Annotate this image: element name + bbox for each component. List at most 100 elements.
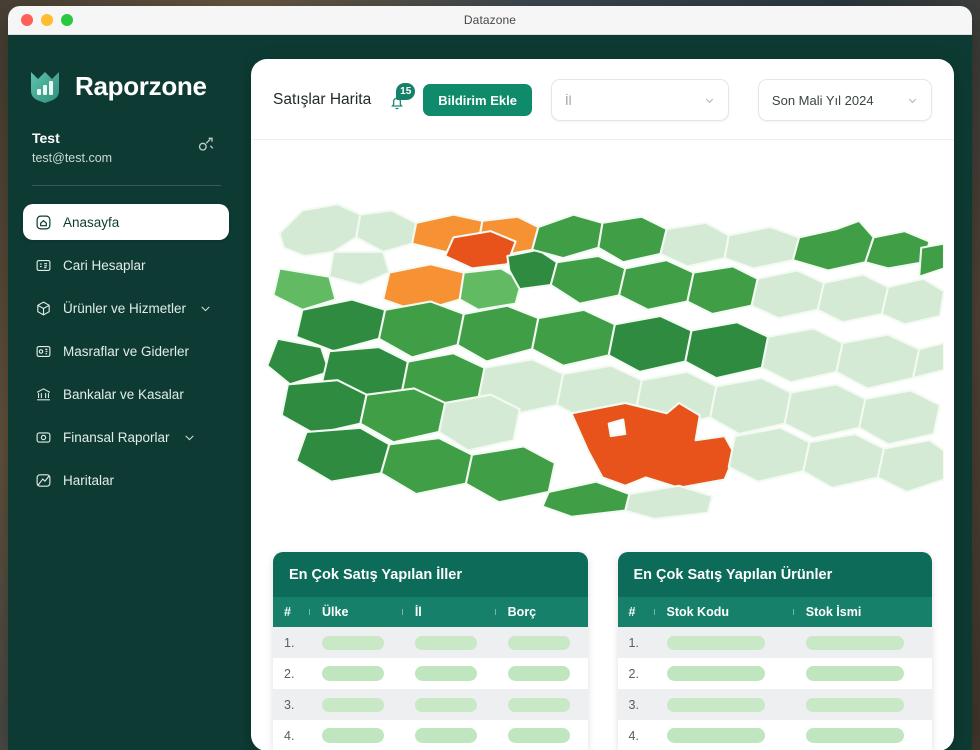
province-burdur[interactable] (380, 437, 474, 496)
province-antalya[interactable] (464, 445, 556, 504)
table-row[interactable]: 1. (617, 627, 932, 658)
column-header-debt[interactable]: Borç (494, 605, 588, 619)
province-tokat[interactable] (816, 273, 890, 324)
province-kutahya[interactable] (377, 300, 465, 359)
row-index: 2. (628, 666, 639, 681)
province-canakkale-north[interactable] (272, 267, 337, 311)
province-adana[interactable] (727, 426, 811, 483)
province-corum[interactable] (686, 265, 759, 315)
minimize-button[interactable] (41, 14, 53, 26)
province-eskisehir[interactable] (456, 304, 540, 363)
province-mersin[interactable] (541, 480, 631, 518)
close-button[interactable] (21, 14, 33, 26)
cell-stock-code (654, 635, 793, 650)
maximize-button[interactable] (61, 14, 73, 26)
province-cankiri[interactable] (607, 314, 693, 373)
table-row[interactable]: 1. (273, 627, 588, 658)
province-ankara[interactable] (531, 308, 616, 367)
sidebar-item-bankalar-ve-kasalar[interactable]: Bankalar ve Kasalar (23, 376, 229, 412)
row-index: 4. (628, 728, 639, 743)
sidebar-item-cari-hesaplar[interactable]: Cari Hesaplar (23, 247, 229, 283)
sidebar-nav: Anasayfa Cari Hesaplar Ürünler ve Hizmet… (8, 204, 243, 498)
province-sinop[interactable] (659, 221, 730, 268)
skeleton-placeholder (414, 635, 478, 650)
province-amasya[interactable] (750, 269, 825, 320)
sidebar-item-anasayfa[interactable]: Anasayfa (23, 204, 229, 240)
notification-bell[interactable]: 15 (388, 83, 416, 112)
province-rize[interactable] (918, 242, 944, 278)
province-yozgat[interactable] (684, 321, 770, 380)
province-kirklareli[interactable] (355, 209, 418, 253)
table-row[interactable]: 3. (273, 689, 588, 720)
sidebar-item-haritalar[interactable]: Haritalar (23, 462, 229, 498)
sidebar-item-finansal-raporlar[interactable]: Finansal Raporlar (23, 419, 229, 455)
column-header-index[interactable]: # (273, 605, 309, 619)
brand[interactable]: Raporzone (8, 35, 243, 103)
skeleton-placeholder (414, 728, 478, 743)
sidebar-item-label: Anasayfa (63, 214, 120, 230)
sidebar-item-label: Haritalar (63, 472, 115, 488)
column-header-stock-name[interactable]: Stok İsmi (792, 605, 932, 619)
skeleton-placeholder (322, 728, 385, 743)
tables-row: En Çok Satış Yapılan İller # Ülke İl Bor… (251, 546, 954, 750)
app-body: Raporzone Test test@test.com Anasayfa Ca… (8, 35, 972, 750)
main-card: Satışlar Harita 15 Bildirim Ekle İl Son … (251, 59, 954, 750)
user-block: Test test@test.com (8, 103, 243, 167)
province-malatya[interactable] (783, 383, 867, 440)
cell-debt (495, 728, 588, 743)
table-row[interactable]: 3. (617, 689, 932, 720)
map-container[interactable] (251, 140, 954, 546)
province-sakarya[interactable] (444, 230, 517, 270)
skeleton-placeholder (805, 635, 905, 650)
table-row[interactable]: 2. (617, 658, 932, 689)
table-row[interactable]: 4. (617, 720, 932, 750)
report-icon (36, 431, 51, 443)
column-header-stock-code[interactable]: Stok Kodu (653, 605, 793, 619)
province-gumushane[interactable] (880, 277, 944, 326)
home-icon (36, 215, 51, 229)
sidebar-item-label: Ürünler ve Hizmetler (63, 300, 187, 316)
column-header-province[interactable]: İl (401, 605, 495, 619)
province-kastamonu[interactable] (618, 259, 695, 311)
skeleton-placeholder (322, 666, 385, 681)
table-row[interactable]: 4. (273, 720, 588, 750)
province-zonguldak[interactable] (597, 215, 668, 264)
column-header-country[interactable]: Ülke (309, 605, 402, 619)
skeleton-placeholder (507, 697, 570, 712)
province-sanliurfa[interactable] (876, 439, 944, 493)
user-name: Test (32, 130, 60, 146)
province-isparta[interactable] (437, 393, 521, 452)
add-notification-button[interactable]: Bildirim Ekle (423, 84, 532, 116)
province-ordu[interactable] (791, 219, 875, 272)
province-bolu[interactable] (531, 213, 604, 260)
turkey-choropleth-map[interactable] (261, 144, 944, 546)
province-elazig[interactable] (858, 389, 941, 446)
column-header-index[interactable]: # (618, 605, 654, 619)
province-aydin[interactable] (280, 379, 368, 436)
user-email: test@test.com (32, 151, 113, 165)
sidebar-item-masraflar-ve-giderler[interactable]: Masraflar ve Giderler (23, 333, 229, 369)
window-title: Datazone (463, 13, 517, 27)
province-edirne[interactable] (278, 203, 362, 258)
cell-stock-name (793, 728, 932, 743)
table-row[interactable]: 2. (273, 658, 588, 689)
province-tekirdag[interactable] (328, 250, 391, 287)
traffic-light-group (21, 14, 73, 26)
province-select[interactable]: İl (550, 79, 729, 121)
cell-debt (495, 697, 588, 712)
period-select[interactable]: Son Mali Yıl 2024 (757, 79, 932, 121)
province-kayseri[interactable] (709, 377, 792, 436)
sidebar-item-urunler-ve-hizmetler[interactable]: Ürünler ve Hizmetler (23, 290, 229, 326)
share-nodes-icon[interactable] (197, 135, 217, 155)
province-karabuk[interactable] (549, 254, 627, 305)
province-erzincan[interactable] (835, 333, 921, 390)
chevron-down-icon[interactable] (183, 431, 196, 444)
province-samsun[interactable] (723, 225, 801, 270)
province-mugla[interactable] (295, 426, 391, 483)
province-hatay[interactable] (624, 484, 714, 520)
chevron-down-icon[interactable] (199, 302, 212, 315)
province-gaziantep[interactable] (802, 432, 886, 489)
sidebar-item-label: Finansal Raporlar (63, 429, 170, 445)
province-sivas[interactable] (760, 327, 844, 384)
cell-province (402, 635, 495, 650)
